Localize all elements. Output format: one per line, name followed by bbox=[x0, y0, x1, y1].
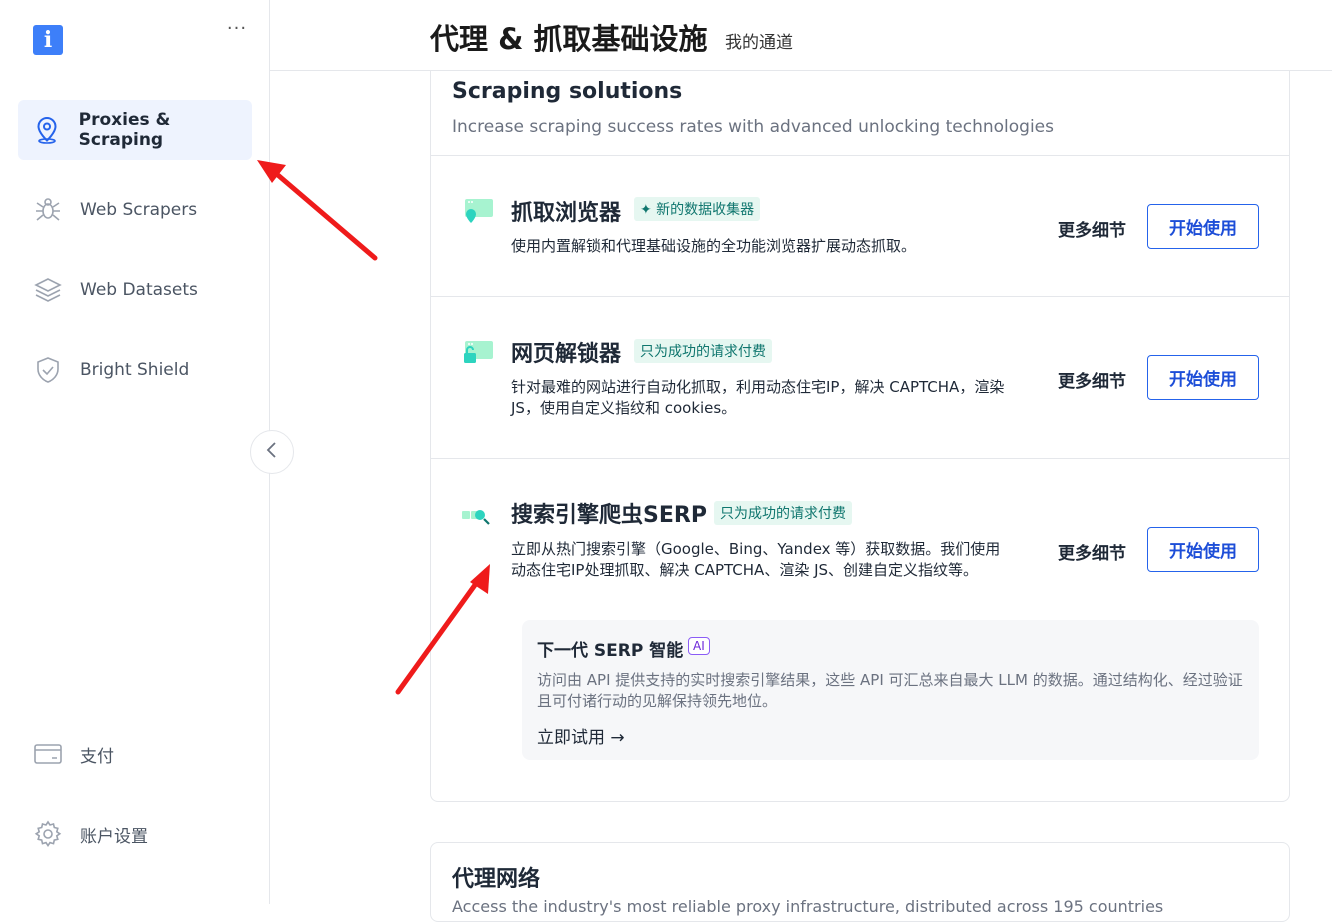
search-magnifier-icon bbox=[461, 503, 495, 533]
new-collector-badge: ✦ 新的数据收集器 bbox=[634, 197, 761, 221]
promo-description: 访问由 API 提供支持的实时搜索引擎结果，这些 API 可汇总来自最大 LLM… bbox=[537, 671, 1243, 710]
spider-icon bbox=[34, 196, 62, 224]
section-subtitle: Access the industry's most reliable prox… bbox=[452, 897, 1164, 916]
product-name[interactable]: 搜索引擎爬虫SERP bbox=[511, 497, 707, 529]
ai-badge: AI bbox=[688, 637, 710, 655]
sidebar-item-proxies-scraping[interactable]: Proxies & Scraping bbox=[18, 100, 252, 160]
get-started-button[interactable]: 开始使用 bbox=[1147, 527, 1259, 572]
sidebar-item-label: Proxies & Scraping bbox=[78, 110, 171, 150]
sidebar-item-label: 支付 bbox=[80, 746, 114, 767]
sidebar-item-billing[interactable]: 支付 bbox=[18, 724, 252, 784]
serp-ai-promo: 下一代 SERP 智能 AI 访问由 API 提供支持的实时搜索引擎结果，这些 … bbox=[522, 620, 1259, 760]
sidebar-item-label: 账户设置 bbox=[80, 826, 148, 847]
section-title: Scraping solutions bbox=[452, 79, 683, 104]
sidebar-item-web-scrapers[interactable]: Web Scrapers bbox=[18, 180, 252, 240]
divider bbox=[431, 296, 1289, 297]
credit-card-icon bbox=[34, 740, 62, 768]
layers-icon bbox=[34, 276, 62, 304]
shield-icon bbox=[34, 356, 62, 384]
browser-lock-icon bbox=[461, 339, 495, 369]
page-header: 代理 & 抓取基础设施 我的通道 bbox=[270, 0, 1332, 71]
more-details-link[interactable]: 更多细节 bbox=[1058, 539, 1126, 564]
more-options-icon[interactable]: ··· bbox=[226, 18, 248, 39]
section-subtitle: Increase scraping success rates with adv… bbox=[452, 117, 1054, 137]
product-name[interactable]: 网页解锁器 bbox=[511, 336, 621, 368]
more-details-link[interactable]: 更多细节 bbox=[1058, 216, 1126, 241]
page-title: 代理 & 抓取基础设施 bbox=[430, 22, 708, 56]
get-started-button[interactable]: 开始使用 bbox=[1147, 204, 1259, 249]
sidebar: i ··· Proxies & Scraping Web Scrapers We… bbox=[0, 0, 270, 904]
breadcrumb[interactable]: 我的通道 bbox=[725, 28, 793, 53]
divider bbox=[431, 155, 1289, 156]
arrow-to-proxies-scraping bbox=[257, 160, 378, 261]
more-details-link[interactable]: 更多细节 bbox=[1058, 367, 1126, 392]
product-description: 立即从热门搜索引擎（Google、Bing、Yandex 等）获取数据。我们使用… bbox=[511, 540, 1001, 579]
product-description: 使用内置解锁和代理基础设施的全功能浏览器扩展动态抓取。 bbox=[511, 237, 917, 255]
pay-per-success-badge: 只为成功的请求付费 bbox=[634, 339, 772, 363]
sidebar-item-account-settings[interactable]: 账户设置 bbox=[18, 804, 252, 864]
brand-logo[interactable]: i bbox=[33, 25, 63, 55]
location-pin-icon bbox=[34, 116, 61, 144]
product-description: 针对最难的网站进行自动化抓取，利用动态住宅IP，解决 CAPTCHA，渲染 JS… bbox=[511, 378, 1005, 417]
sidebar-item-bright-shield[interactable]: Bright Shield bbox=[18, 340, 252, 400]
promo-title: 下一代 SERP 智能 bbox=[537, 641, 684, 661]
try-now-link[interactable]: 立即试用 → bbox=[537, 723, 625, 748]
divider bbox=[431, 458, 1289, 459]
get-started-button[interactable]: 开始使用 bbox=[1147, 355, 1259, 400]
browser-pin-icon bbox=[461, 197, 495, 227]
sidebar-item-label: Web Datasets bbox=[80, 280, 198, 300]
sidebar-item-web-datasets[interactable]: Web Datasets bbox=[18, 260, 252, 320]
section-title: 代理网络 bbox=[452, 867, 541, 892]
sidebar-item-label: Web Scrapers bbox=[80, 200, 198, 220]
gear-icon bbox=[34, 820, 62, 848]
product-name[interactable]: 抓取浏览器 bbox=[511, 195, 621, 227]
collapse-sidebar-button[interactable] bbox=[250, 430, 294, 474]
pay-per-success-badge: 只为成功的请求付费 bbox=[714, 501, 852, 525]
sidebar-item-label: Bright Shield bbox=[80, 360, 190, 380]
proxy-network-card: 代理网络 Access the industry's most reliable… bbox=[430, 842, 1290, 922]
scraping-solutions-card: Scraping solutions Increase scraping suc… bbox=[430, 71, 1290, 802]
chevron-left-icon bbox=[265, 441, 279, 463]
